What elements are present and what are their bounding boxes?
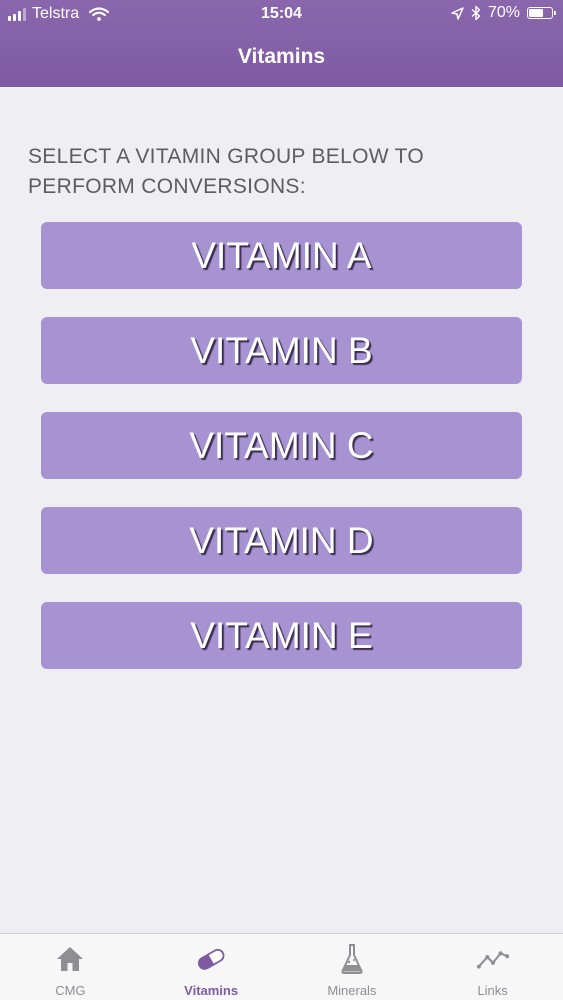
tab-minerals[interactable]: Minerals [282, 934, 423, 1000]
page-title: Vitamins [237, 45, 326, 68]
tab-bar: CMG Vitamins Minerals Links [0, 933, 563, 1000]
tab-vitamins-label: Vitamins [184, 983, 239, 998]
tab-links[interactable]: Links [422, 934, 563, 1000]
vitamin-d-label: VITAMIN D [189, 519, 374, 561]
vitamin-a-label: VITAMIN A [191, 234, 372, 276]
tab-cmg[interactable]: CMG [0, 934, 141, 1000]
vitamin-e-button[interactable]: VITAMIN E [41, 602, 522, 669]
status-bar: Telstra 15:04 70% [0, 0, 563, 30]
tab-vitamins[interactable]: Vitamins [141, 934, 282, 1000]
status-right: 70% [451, 4, 556, 22]
instruction-text: SELECT A VITAMIN GROUP BELOW TO PERFORM … [28, 145, 424, 198]
home-icon [54, 943, 86, 975]
vitamin-b-button[interactable]: VITAMIN B [41, 317, 522, 384]
chart-line-icon [476, 943, 509, 975]
tab-links-label: Links [477, 983, 508, 998]
vitamin-c-label: VITAMIN C [189, 424, 374, 466]
screen: Telstra 15:04 70% Vitamins SELECT A VITA… [0, 0, 563, 1000]
tab-minerals-label: Minerals [327, 983, 377, 998]
vitamin-d-button[interactable]: VITAMIN D [41, 507, 522, 574]
header: Telstra 15:04 70% Vitamins [0, 0, 563, 87]
bluetooth-icon [471, 5, 481, 21]
battery-percent: 70% [487, 4, 520, 21]
vitamin-b-label: VITAMIN B [190, 329, 373, 371]
battery-icon [527, 7, 556, 19]
tab-cmg-label: CMG [55, 983, 86, 998]
flask-icon [336, 943, 368, 975]
pill-icon [195, 943, 227, 975]
vitamin-e-label: VITAMIN E [190, 614, 373, 656]
vitamin-a-button[interactable]: VITAMIN A [41, 222, 522, 289]
location-arrow-icon [451, 6, 464, 20]
vitamin-c-button[interactable]: VITAMIN C [41, 412, 522, 479]
